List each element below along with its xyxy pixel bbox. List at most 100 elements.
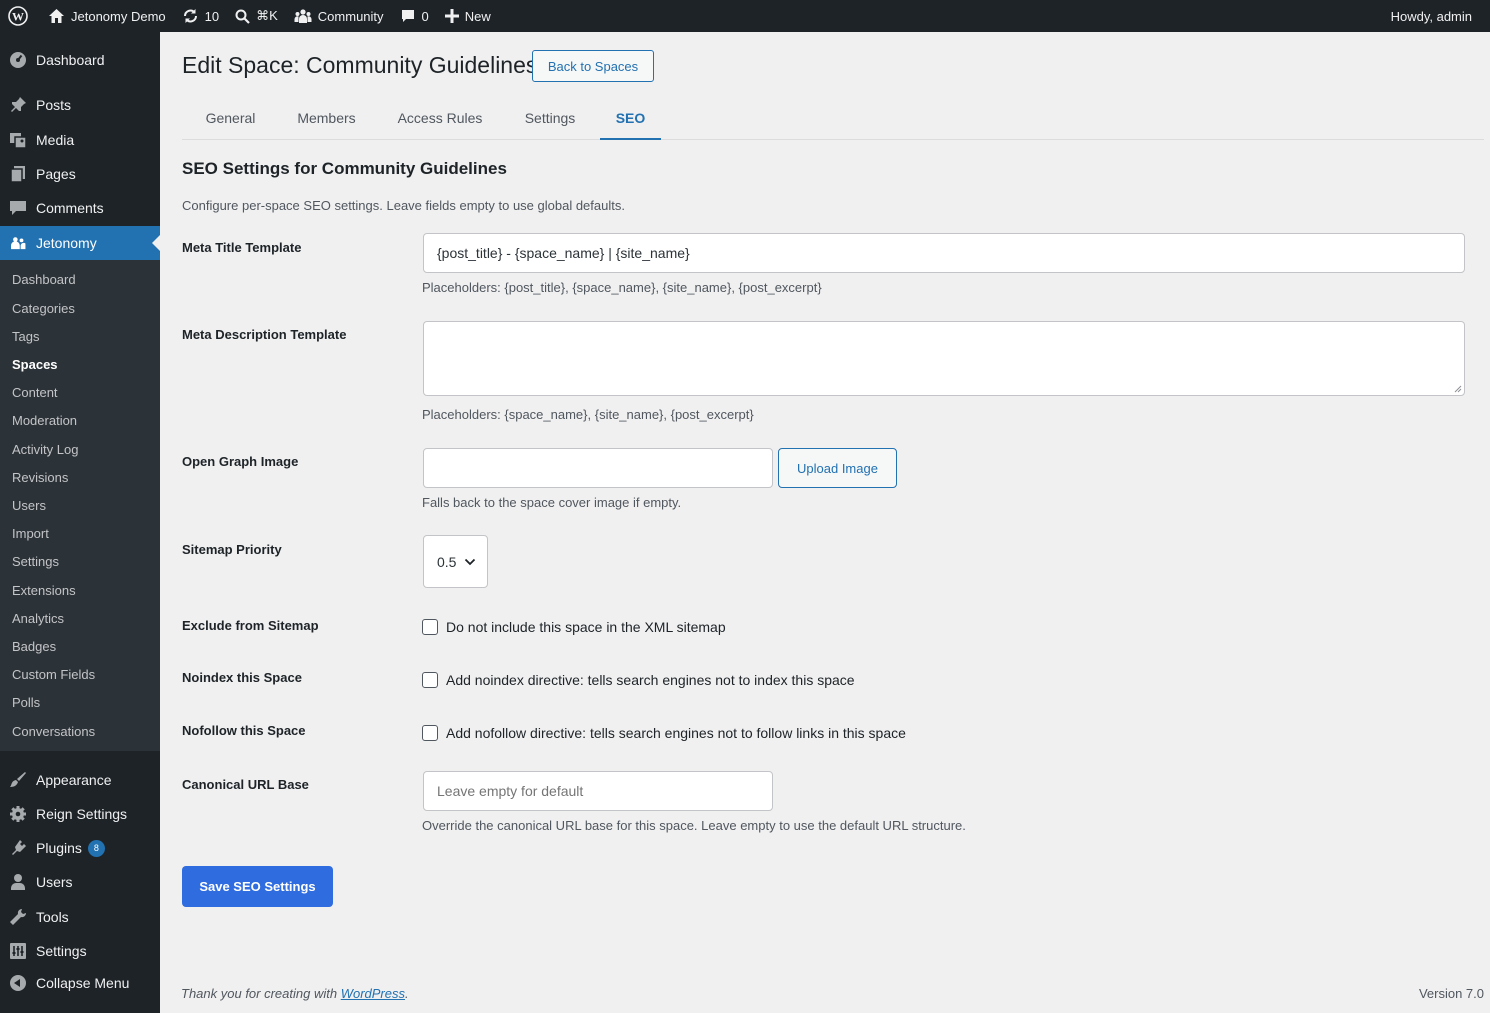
chevron-down-icon [465, 558, 476, 565]
tab-settings[interactable]: Settings [506, 100, 594, 140]
noindex-checkbox[interactable] [422, 672, 438, 688]
meta-title-value: {post_title} - {space_name} | {site_name… [437, 245, 690, 261]
meta-description-help: Placeholders: {space_name}, {site_name},… [422, 407, 754, 422]
submenu-moderation[interactable]: Moderation [12, 411, 77, 431]
groups-icon [294, 9, 312, 23]
search-icon [235, 9, 250, 24]
update-icon [183, 9, 197, 23]
jetonomy-submenu: Dashboard Categories Tags Spaces Content… [0, 260, 160, 751]
page-title: Edit Space: Community Guidelines [182, 52, 538, 78]
footer-version: Version 7.0 [1418, 986, 1484, 1001]
menu-plugins[interactable]: Plugins 8 [0, 831, 160, 865]
tab-members[interactable]: Members [280, 100, 373, 140]
brush-icon [10, 772, 26, 787]
submenu-spaces[interactable]: Spaces [12, 355, 58, 375]
wrench-icon [10, 908, 27, 925]
canonical-url-label: Canonical URL Base [182, 777, 309, 792]
meta-title-input[interactable]: {post_title} - {space_name} | {site_name… [423, 233, 1465, 273]
sitemap-priority-value: 0.5 [437, 553, 457, 570]
submenu-categories[interactable]: Categories [12, 299, 75, 319]
menu-tools[interactable]: Tools [0, 900, 160, 934]
menu-jetonomy[interactable]: Jetonomy [0, 226, 160, 260]
collapse-icon [10, 975, 26, 991]
svg-text:W: W [12, 10, 24, 24]
submenu-custom-fields[interactable]: Custom Fields [12, 665, 95, 685]
og-image-help: Falls back to the space cover image if e… [422, 495, 682, 510]
menu-settings[interactable]: Settings [0, 934, 160, 968]
upload-image-button[interactable]: Upload Image [778, 448, 897, 488]
submenu-settings[interactable]: Settings [12, 552, 59, 572]
gear-icon [10, 806, 26, 822]
menu-reign-settings[interactable]: Reign Settings [0, 797, 160, 831]
resize-handle-icon[interactable] [1454, 385, 1462, 393]
menu-users[interactable]: Users [0, 865, 160, 899]
submenu-polls[interactable]: Polls [12, 693, 40, 713]
menu-comments[interactable]: Comments [0, 191, 160, 225]
back-to-spaces-button[interactable]: Back to Spaces [532, 50, 654, 82]
dashboard-icon [10, 52, 26, 68]
submenu-extensions[interactable]: Extensions [12, 581, 76, 601]
tab-access-rules[interactable]: Access Rules [378, 100, 502, 140]
home-icon [49, 9, 64, 23]
submenu-content[interactable]: Content [12, 383, 58, 403]
community-link[interactable]: Community [286, 0, 392, 32]
my-account-link[interactable]: Howdy, admin [1391, 0, 1472, 32]
comment-icon [401, 10, 414, 22]
submenu-tags[interactable]: Tags [12, 327, 39, 347]
exclude-sitemap-checkbox-label[interactable]: Do not include this space in the XML sit… [446, 619, 726, 635]
tab-general[interactable]: General [182, 100, 279, 140]
tab-seo[interactable]: SEO [600, 100, 661, 140]
new-content-link[interactable]: New [437, 0, 499, 32]
menu-posts[interactable]: Posts [0, 88, 160, 122]
submenu-import[interactable]: Import [12, 524, 49, 544]
menu-pages[interactable]: Pages [0, 157, 160, 191]
plugins-update-badge: 8 [87, 839, 105, 857]
updates-link[interactable]: 10 [174, 0, 227, 32]
menu-appearance[interactable]: Appearance [0, 763, 160, 797]
site-name-link[interactable]: Jetonomy Demo [40, 0, 174, 32]
nofollow-checkbox-label[interactable]: Add nofollow directive: tells search eng… [446, 725, 906, 741]
submenu-badges[interactable]: Badges [12, 637, 56, 657]
menu-dashboard[interactable]: Dashboard [0, 43, 160, 77]
submenu-conversations[interactable]: Conversations [12, 722, 95, 742]
submenu-activity-log[interactable]: Activity Log [12, 440, 78, 460]
pages-icon [10, 166, 25, 183]
noindex-label: Noindex this Space [182, 670, 302, 685]
wordpress-logo-icon[interactable]: W [0, 0, 36, 32]
media-icon [10, 133, 27, 149]
collapse-menu-button[interactable]: Collapse Menu [0, 966, 160, 1000]
meta-description-textarea[interactable] [423, 321, 1465, 396]
admin-sidebar: Dashboard Posts Media Pages Comments Jet… [0, 32, 160, 1013]
sitemap-priority-select[interactable]: 0.5 [423, 535, 488, 588]
user-icon [11, 874, 25, 890]
settings-tabs: General Members Access Rules Settings SE… [182, 100, 1484, 140]
section-title: SEO Settings for Community Guidelines [182, 159, 507, 178]
pin-icon [11, 97, 26, 112]
meta-title-help: Placeholders: {post_title}, {space_name}… [422, 280, 822, 295]
section-description: Configure per-space SEO settings. Leave … [182, 198, 625, 213]
admin-bar: W Jetonomy Demo 10 ⌘K Community 0 New Ho… [0, 0, 1490, 32]
save-seo-settings-button[interactable]: Save SEO Settings [182, 866, 333, 907]
submenu-users[interactable]: Users [12, 496, 46, 516]
canonical-url-input[interactable] [423, 771, 773, 811]
meta-title-label: Meta Title Template [182, 240, 302, 255]
search-link[interactable]: ⌘K [227, 0, 286, 32]
exclude-sitemap-label: Exclude from Sitemap [182, 618, 319, 633]
meta-description-label: Meta Description Template [182, 327, 347, 342]
comments-link[interactable]: 0 [392, 0, 437, 32]
noindex-checkbox-label[interactable]: Add noindex directive: tells search engi… [446, 672, 855, 688]
menu-media[interactable]: Media [0, 123, 160, 157]
sitemap-priority-label: Sitemap Priority [182, 542, 282, 557]
comment-icon [10, 201, 26, 215]
settings-icon [10, 943, 26, 959]
groups-icon [11, 237, 26, 250]
submenu-revisions[interactable]: Revisions [12, 468, 68, 488]
og-image-input[interactable] [423, 448, 773, 488]
nofollow-checkbox[interactable] [422, 725, 438, 741]
wordpress-link[interactable]: WordPress [341, 986, 405, 1001]
submenu-dashboard[interactable]: Dashboard [12, 270, 76, 290]
og-image-label: Open Graph Image [182, 454, 299, 469]
nofollow-label: Nofollow this Space [182, 723, 306, 738]
exclude-sitemap-checkbox[interactable] [422, 619, 438, 635]
submenu-analytics[interactable]: Analytics [12, 609, 64, 629]
